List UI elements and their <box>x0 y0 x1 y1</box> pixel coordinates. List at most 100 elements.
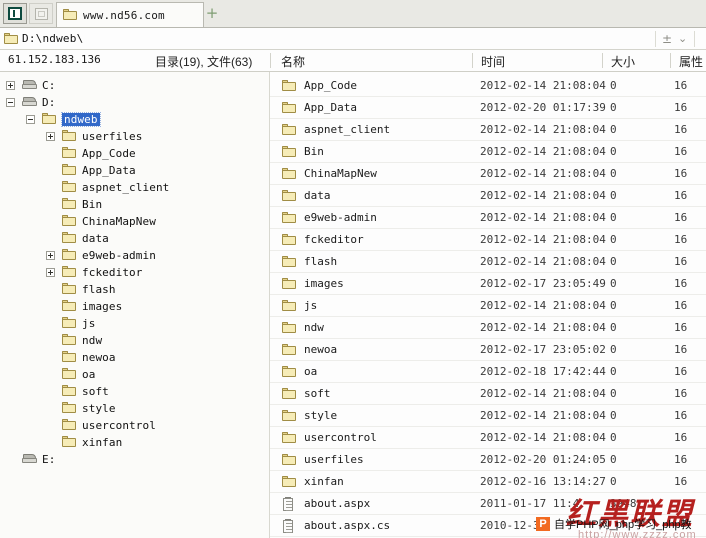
column-header-bar: 61.152.183.136 目录(19), 文件(63) 名称 时间 大小 属… <box>0 50 706 72</box>
directory-tree-panel[interactable]: C: D: ndweb userfiles App_Code App_Dataaspnet… <box>0 72 269 538</box>
address-bar[interactable]: D:\ndweb\ ± ⌄ <box>0 28 706 50</box>
folder-icon <box>62 164 77 176</box>
file-row[interactable]: data 2012-02-14 21:08:04 0 16 <box>270 185 706 207</box>
chevron-down-icon[interactable]: ⌄ <box>678 32 687 45</box>
file-name: userfiles <box>304 453 364 466</box>
folder-icon <box>282 432 297 444</box>
tree-node-chinamapnew[interactable]: ChinaMapNew <box>0 213 269 230</box>
file-row[interactable]: xinfan 2012-02-16 13:14:27 0 16 <box>270 471 706 493</box>
file-row[interactable]: images 2012-02-17 23:05:49 0 16 <box>270 273 706 295</box>
tree-node-label: ndw <box>82 334 103 347</box>
tree-node-app_data[interactable]: App_Data <box>0 162 269 179</box>
tree-node-js[interactable]: js <box>0 315 269 332</box>
file-row[interactable]: newoa 2012-02-17 23:05:02 0 16 <box>270 339 706 361</box>
drive-icon <box>22 79 38 92</box>
tree-node-oa[interactable]: oa <box>0 366 269 383</box>
folder-icon <box>62 436 77 448</box>
tree-node-images[interactable]: images <box>0 298 269 315</box>
folder-icon <box>282 234 297 246</box>
file-row[interactable]: ndw 2012-02-14 21:08:04 0 16 <box>270 317 706 339</box>
folder-icon <box>62 266 77 278</box>
tree-node-fckeditor[interactable]: fckeditor <box>0 264 269 281</box>
address-path: D:\ndweb\ <box>22 32 84 45</box>
tab-site[interactable]: www.nd56.com <box>56 2 204 27</box>
tree-node-xinfan[interactable]: xinfan <box>0 434 269 451</box>
folder-icon <box>282 366 297 378</box>
expand-icon[interactable] <box>6 81 15 90</box>
file-row[interactable]: usercontrol 2012-02-14 21:08:04 0 16 <box>270 427 706 449</box>
folder-icon <box>42 113 57 125</box>
tree-node-e[interactable]: E: <box>0 451 269 468</box>
tree-node-ndweb[interactable]: ndweb <box>0 111 269 128</box>
tree-node-soft[interactable]: soft <box>0 383 269 400</box>
column-header-attr[interactable]: 属性 <box>679 53 703 70</box>
tree-node-bin[interactable]: Bin <box>0 196 269 213</box>
folder-icon <box>282 410 297 422</box>
file-row[interactable]: about.aspx 2011-01-17 11:4 3948 <box>270 493 706 515</box>
file-time: 2012-02-14 21:08:04 <box>480 233 606 246</box>
file-time: 2012-02-20 01:17:39 <box>480 101 606 114</box>
folder-icon <box>62 147 77 159</box>
tree-node-aspnet_client[interactable]: aspnet_client <box>0 179 269 196</box>
tree-node-e9web-admin[interactable]: e9web-admin <box>0 247 269 264</box>
file-row[interactable]: fckeditor 2012-02-14 21:08:04 0 16 <box>270 229 706 251</box>
plus-minus-icon[interactable]: ± <box>662 32 672 46</box>
file-size: 0 <box>610 453 617 466</box>
file-row[interactable]: js 2012-02-14 21:08:04 0 16 <box>270 295 706 317</box>
file-row[interactable]: flash 2012-02-14 21:08:04 0 16 <box>270 251 706 273</box>
file-row[interactable]: soft 2012-02-14 21:08:04 0 16 <box>270 383 706 405</box>
file-name: js <box>304 299 318 312</box>
tree-node-label: App_Data <box>82 164 136 177</box>
file-row[interactable]: oa 2012-02-18 17:42:44 0 16 <box>270 361 706 383</box>
column-header-time[interactable]: 时间 <box>481 53 505 70</box>
file-row[interactable]: style 2012-02-14 21:08:04 0 16 <box>270 405 706 427</box>
file-row[interactable]: e9web-admin 2012-02-14 21:08:04 0 16 <box>270 207 706 229</box>
file-attr: 16 <box>674 211 688 224</box>
folder-icon <box>282 388 297 400</box>
file-row[interactable]: userfiles 2012-02-20 01:24:05 0 16 <box>270 449 706 471</box>
column-header-name[interactable]: 名称 <box>281 53 305 70</box>
file-attr: 16 <box>674 299 688 312</box>
file-size: 0 <box>610 277 617 290</box>
file-list-panel[interactable]: App_Code 2012-02-14 21:08:04 0 16 App_Data 20… <box>270 72 706 538</box>
file-row[interactable]: Bin 2012-02-14 21:08:04 0 16 <box>270 141 706 163</box>
tree-node-label: usercontrol <box>82 419 156 432</box>
expand-icon[interactable] <box>46 132 55 141</box>
tree-node-app_code[interactable]: App_Code <box>0 145 269 162</box>
tree-node-label: data <box>82 232 109 245</box>
file-row[interactable]: App_Data 2012-02-20 01:17:39 0 16 <box>270 97 706 119</box>
tree-node-usercontrol[interactable]: usercontrol <box>0 417 269 434</box>
collapse-icon[interactable] <box>6 98 15 107</box>
window-tile-button[interactable] <box>29 3 53 24</box>
tree-node-label: images <box>82 300 123 313</box>
tree-node-label: flash <box>82 283 116 296</box>
tree-node-ndw[interactable]: ndw <box>0 332 269 349</box>
file-row[interactable]: about.aspx.cs 2010-12-3 <box>270 515 706 537</box>
collapse-icon[interactable] <box>26 115 35 124</box>
tree-node-d[interactable]: D: <box>0 94 269 111</box>
file-time: 2012-02-14 21:08:04 <box>480 299 606 312</box>
folder-icon <box>62 130 77 142</box>
file-attr: 16 <box>674 189 688 202</box>
file-time: 2010-12-3 <box>480 519 540 532</box>
tree-node-data[interactable]: data <box>0 230 269 247</box>
file-row[interactable]: aspnet_client 2012-02-14 21:08:04 0 16 <box>270 119 706 141</box>
new-tab-button[interactable]: + <box>205 6 219 21</box>
file-attr: 16 <box>674 167 688 180</box>
tree-node-newoa[interactable]: newoa <box>0 349 269 366</box>
tree-node-label: Bin <box>82 198 103 211</box>
column-header-size[interactable]: 大小 <box>611 53 635 70</box>
tree-node-c[interactable]: C: <box>0 77 269 94</box>
expand-icon[interactable] <box>46 251 55 260</box>
file-row[interactable]: App_Code 2012-02-14 21:08:04 0 16 <box>270 75 706 97</box>
expand-icon[interactable] <box>46 268 55 277</box>
file-row[interactable]: ChinaMapNew 2012-02-14 21:08:04 0 16 <box>270 163 706 185</box>
tree-node-style[interactable]: style <box>0 400 269 417</box>
tree-node-flash[interactable]: flash <box>0 281 269 298</box>
tree-node-userfiles[interactable]: userfiles <box>0 128 269 145</box>
file-name: newoa <box>304 343 338 356</box>
window-restore-button[interactable] <box>3 3 27 24</box>
folder-icon <box>282 256 297 268</box>
tree-node-label: soft <box>82 385 109 398</box>
file-time: 2012-02-14 21:08:04 <box>480 409 606 422</box>
